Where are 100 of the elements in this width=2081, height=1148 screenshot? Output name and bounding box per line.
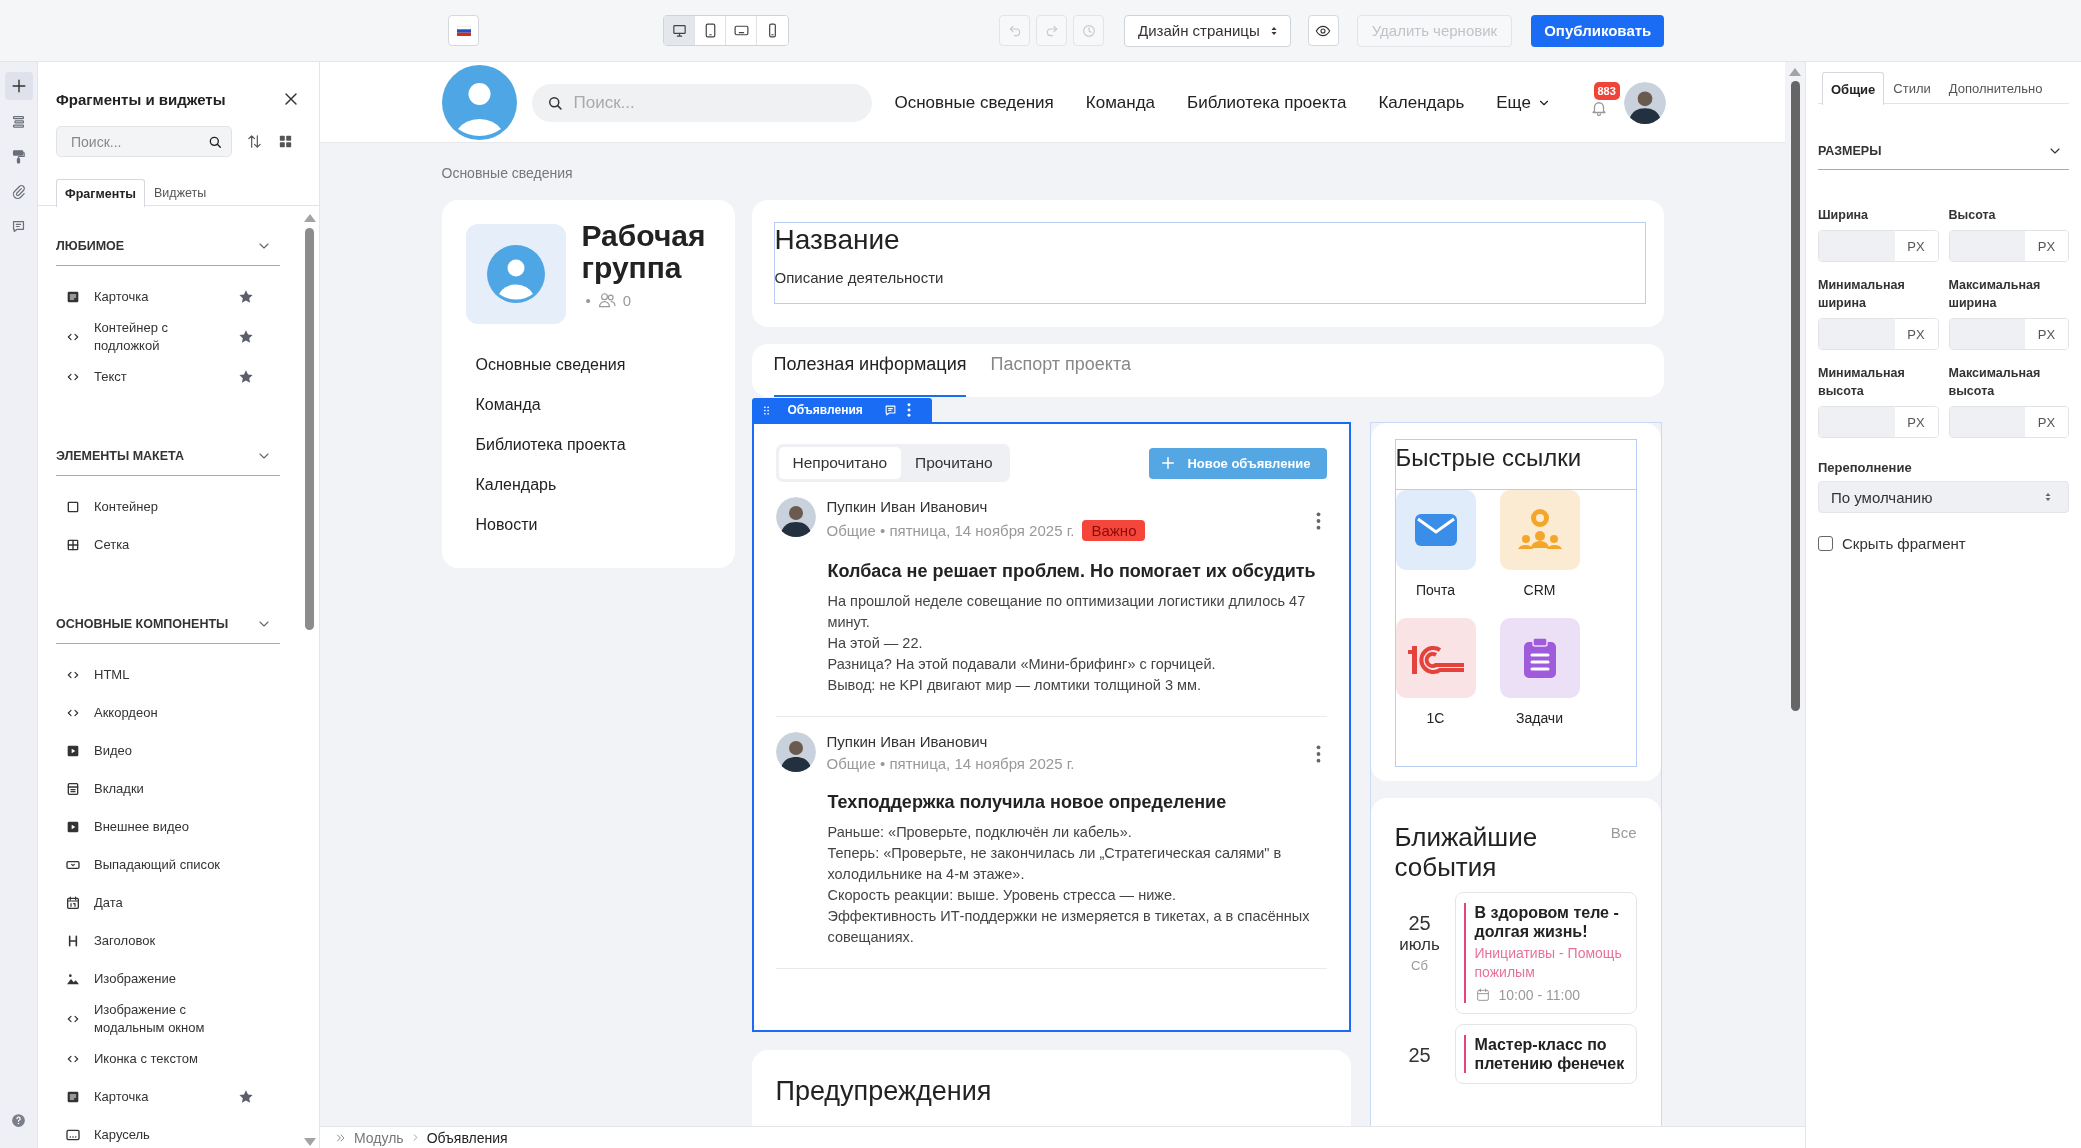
avatar [775, 497, 816, 537]
more-icon [1315, 512, 1321, 530]
fragment-item[interactable]: Карточка [56, 1078, 280, 1116]
group-menu-item[interactable]: Новости [465, 505, 717, 545]
section-header[interactable]: РАЗМЕРЫ [1818, 132, 2069, 170]
flag-icon [456, 25, 471, 36]
group-menu-item[interactable]: Команда [465, 385, 717, 425]
avatar [775, 732, 816, 772]
size-field[interactable]: PX [1948, 318, 2069, 350]
more-menu[interactable]: Еще [1496, 92, 1551, 113]
mode-select[interactable]: Дизайн страницы [1124, 14, 1291, 47]
field-label: Минимальная ширина [1818, 277, 1906, 312]
grid-icon [65, 537, 81, 553]
more-icon [1315, 745, 1321, 763]
event-card[interactable]: В здоровом теле - долгая жизнь! Инициативы - Помощь пожилым 10:00 - 11:00 [1454, 892, 1637, 1014]
events-title: Ближайшие события [1394, 822, 1539, 882]
important-badge: Важно [1082, 520, 1146, 541]
fragment-item[interactable]: Контейнер с подложкой [56, 316, 280, 358]
hide-fragment-checkbox[interactable]: Скрыть фрагмент [1818, 535, 2069, 552]
size-field[interactable]: PX [1818, 318, 1939, 350]
section-header[interactable]: ЛЮБИМОЕ [56, 226, 280, 266]
event-day: 25 [1408, 912, 1431, 935]
panel-title: Фрагменты и виджеты [56, 90, 226, 108]
group-menu-item[interactable]: Основные сведения [465, 345, 717, 385]
sort-button[interactable] [246, 133, 263, 150]
avatar [1623, 81, 1666, 124]
language-button[interactable] [448, 15, 479, 46]
breadcrumb-link[interactable]: Модуль [354, 1129, 404, 1146]
filter-tab[interactable]: Непрочитано [778, 447, 902, 479]
post-meta: Общие • пятница, 14 ноября 2025 г. [826, 755, 1075, 772]
fragment-item[interactable]: Сетка [56, 526, 280, 564]
event-card[interactable]: Мастер-класс по плетению фенечек [1454, 1024, 1637, 1084]
nav-link[interactable]: Команда [1085, 92, 1156, 113]
envelope-icon [1413, 512, 1458, 548]
fragment-item[interactable]: Изображение [56, 960, 280, 998]
filter-tab[interactable]: Прочитано [901, 447, 1007, 479]
search-field[interactable]: Поиск... [56, 126, 232, 157]
clock-icon [1080, 22, 1097, 39]
add-tool-button[interactable] [4, 72, 33, 100]
properties-tab[interactable]: Дополнительно [1939, 72, 2052, 104]
breadcrumb: Основные сведения [441, 164, 574, 183]
event-title: Мастер-класс по плетению фенечек [1474, 1035, 1626, 1073]
nav-link[interactable]: Библиотека проекта [1187, 92, 1347, 113]
fragment-item[interactable]: Аккордеон [56, 694, 280, 732]
section-header[interactable]: ЭЛЕМЕНТЫ МАКЕТА [56, 436, 280, 476]
size-field[interactable]: PX [1948, 230, 2069, 262]
author-name: Пупкин Иван Иванович [826, 497, 989, 517]
fragment-item[interactable]: Текст [56, 358, 280, 396]
panel-tab[interactable]: Фрагменты [56, 179, 145, 207]
search-input[interactable]: Поиск... [69, 132, 207, 151]
carousel-icon [65, 1127, 81, 1143]
event-month: июль [1399, 935, 1440, 955]
fragment-item[interactable]: Карточка [56, 278, 280, 316]
fragment-item[interactable]: Вкладки [56, 770, 280, 808]
publish-button[interactable]: Опубликовать [1531, 14, 1665, 47]
name-description: Описание деятельности [774, 269, 945, 286]
fragment-item[interactable]: Контейнер [56, 488, 280, 526]
preview-button[interactable] [1307, 15, 1339, 46]
view-toggle-button[interactable] [277, 133, 294, 150]
image-icon [65, 971, 81, 987]
size-field[interactable]: PX [1818, 230, 1939, 262]
fragment-item[interactable]: HTML [56, 656, 280, 694]
nav-link[interactable]: Основные сведения [894, 92, 1054, 113]
fragment-item[interactable]: Иконка с текстом [56, 1040, 280, 1078]
fragment-item[interactable]: Карусель [56, 1116, 280, 1148]
group-menu-item[interactable]: Календарь [465, 465, 717, 505]
size-field[interactable]: PX [1948, 406, 2069, 438]
fragment-item[interactable]: Видео [56, 732, 280, 770]
panel-tab[interactable]: Виджеты [145, 179, 216, 206]
size-field[interactable]: PX [1818, 406, 1939, 438]
section-header[interactable]: ОСНОВНЫЕ КОМПОНЕНТЫ [56, 604, 280, 644]
play-icon [65, 819, 81, 835]
event-day: 25 [1408, 1044, 1431, 1067]
overflow-select[interactable]: По умолчанию [1818, 481, 2069, 513]
event-category: Инициативы - Помощь пожилым [1474, 944, 1623, 982]
clipboard-icon [1522, 637, 1557, 679]
fragment-item[interactable]: Изображение с модальным окном [56, 998, 280, 1040]
group-menu-item[interactable]: Библиотека проекта [465, 425, 717, 465]
name-title: Название [774, 225, 901, 255]
author-name: Пупкин Иван Иванович [826, 732, 989, 752]
notification-badge: 883 [1593, 81, 1620, 100]
field-label: Максимальная высота [1948, 365, 2042, 400]
tabs-icon [65, 781, 81, 797]
search-input[interactable]: Поиск... [571, 83, 858, 122]
square-icon [65, 499, 81, 515]
field-label: Ширина [1818, 207, 1870, 224]
properties-tab[interactable]: Стили [1884, 72, 1940, 104]
fragment-item[interactable]: Заголовок [56, 922, 280, 960]
user-avatar-icon [441, 65, 517, 140]
device-button[interactable] [664, 16, 695, 45]
group-title: Рабочая группа [581, 220, 707, 284]
fragment-item[interactable]: Дата [56, 884, 280, 922]
page-tab[interactable]: Паспорт проекта [990, 344, 1131, 397]
properties-tab[interactable]: Общие [1822, 72, 1885, 105]
search-field[interactable]: Поиск... [531, 83, 872, 122]
help-icon [10, 1111, 27, 1129]
fragment-item[interactable]: Внешнее видео [56, 808, 280, 846]
nav-link[interactable]: Календарь [1378, 92, 1465, 113]
fragment-item[interactable]: Выпадающий список [56, 846, 280, 884]
breadcrumb-current: Объявления [426, 1129, 508, 1146]
